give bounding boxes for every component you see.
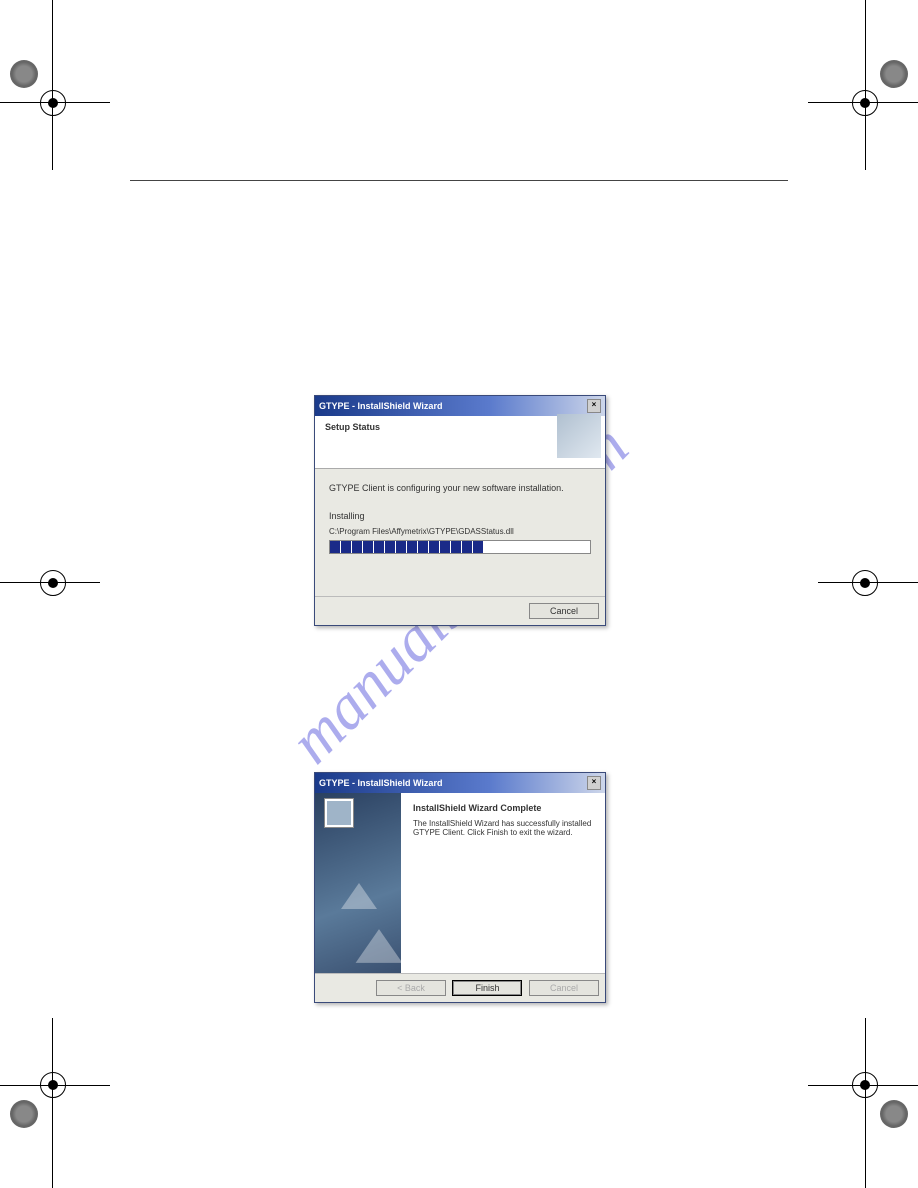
close-icon[interactable]: × xyxy=(587,776,601,790)
finish-button[interactable]: Finish xyxy=(452,980,522,996)
banner-graphic-icon xyxy=(557,414,601,458)
progress-bar xyxy=(329,540,591,554)
stage-label: Installing xyxy=(329,511,591,521)
crop-mark-top-left xyxy=(10,60,70,120)
window-title: GTYPE - InstallShield Wizard xyxy=(319,778,442,788)
titlebar[interactable]: GTYPE - InstallShield Wizard × xyxy=(315,396,605,416)
back-button: < Back xyxy=(376,980,446,996)
crop-mark-bottom-right xyxy=(848,1068,908,1128)
crop-mark-mid-right xyxy=(848,570,908,630)
crop-mark-mid-left xyxy=(10,570,70,630)
status-text: GTYPE Client is configuring your new sof… xyxy=(329,483,591,493)
dialog-banner: Setup Status xyxy=(315,416,605,469)
dialog-header: InstallShield Wizard Complete xyxy=(413,803,593,813)
monitor-icon xyxy=(325,799,353,827)
cancel-button[interactable]: Cancel xyxy=(529,603,599,619)
crop-mark-top-right xyxy=(848,60,908,120)
dialog-header: Setup Status xyxy=(325,422,595,432)
dialog-install-complete: GTYPE - InstallShield Wizard × InstallSh… xyxy=(314,772,606,1003)
dialog-body-text: The InstallShield Wizard has successfull… xyxy=(413,819,593,837)
install-path: C:\Program Files\Affymetrix\GTYPE\GDASSt… xyxy=(329,527,591,536)
cancel-button: Cancel xyxy=(529,980,599,996)
close-icon[interactable]: × xyxy=(587,399,601,413)
window-title: GTYPE - InstallShield Wizard xyxy=(319,401,442,411)
dialog-setup-status: GTYPE - InstallShield Wizard × Setup Sta… xyxy=(314,395,606,626)
titlebar[interactable]: GTYPE - InstallShield Wizard × xyxy=(315,773,605,793)
side-graphic xyxy=(315,793,401,973)
page-header-rule xyxy=(130,180,788,181)
crop-mark-bottom-left xyxy=(10,1068,70,1128)
